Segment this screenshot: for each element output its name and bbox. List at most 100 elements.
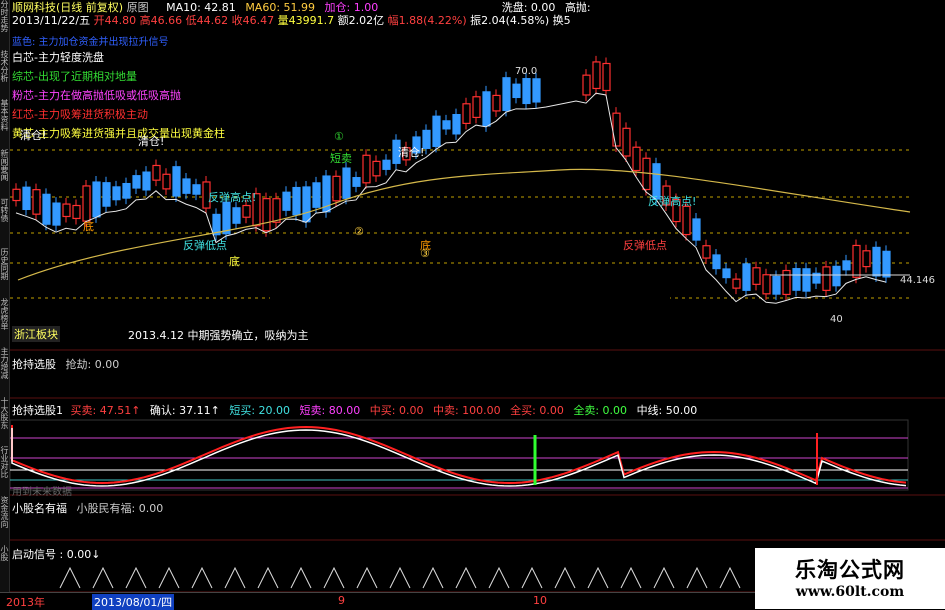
signal-triangle [125, 566, 147, 589]
signal-triangle [191, 566, 213, 589]
axis-cursor-date[interactable]: 2013/08/01/四 [92, 594, 175, 610]
candle-body [182, 178, 191, 194]
side-tab[interactable]: 分时走势 [0, 0, 9, 48]
candle-body [802, 268, 811, 292]
side-tab[interactable]: 十大股东 [0, 397, 9, 445]
annotation-duanmai: 短卖 [330, 152, 352, 165]
candle-body [622, 127, 631, 157]
legend-text: 粉芯-主力在做高抛低吸或低吸高抛 [12, 89, 181, 102]
side-tab[interactable]: 基本资料 [0, 99, 9, 147]
panel4-header: 启动信号 : 0.00↓ [12, 546, 100, 562]
quote-high: 高46.66 [139, 14, 183, 27]
annotation-fantan-high: 反弹高点! [648, 195, 697, 208]
signal-triangle [257, 566, 279, 589]
candle-body [472, 96, 481, 119]
side-tab[interactable]: 可转债 [0, 198, 9, 246]
side-tab[interactable]: 龙虎榜单 [0, 298, 9, 346]
candle-body [152, 164, 161, 181]
side-tab[interactable]: 小股 [0, 545, 9, 593]
candle-body [442, 120, 451, 130]
candle-body [462, 103, 471, 124]
watermark-logo: 乐淘公式网 www.60lt.com [755, 548, 945, 609]
annotation-circle: ③ [420, 247, 430, 260]
signal-triangle [686, 566, 708, 589]
candle-body [332, 175, 341, 202]
panel2-header: 抢持选股1 买卖: 47.51↑ 确认: 37.11↑ 短买: 20.00 短卖… [12, 402, 697, 418]
candle-body [632, 146, 641, 172]
annotation-fantan-low: 反弹低点 [623, 239, 667, 252]
panel3-label: 小股名有福 [12, 502, 67, 515]
side-tab[interactable]: 历史同期 [0, 248, 9, 296]
candle-body [42, 193, 51, 225]
panel3-header: 小股名有福 小股民有福: 0.00 [12, 500, 163, 516]
candle-body [882, 250, 891, 278]
candle-body [122, 182, 131, 199]
candle-body [852, 244, 861, 278]
price-right-label: 44.146 [900, 275, 935, 286]
candle-body [712, 254, 721, 270]
sector-label[interactable]: 浙江板块 [12, 326, 60, 342]
side-tab-bar: 分时走势技术分析 基本资料新闻要闻 可转债历史同期龙虎榜单 主力增减十大股东 行业对比资… [0, 0, 10, 595]
signal-triangle [59, 566, 81, 589]
candle-body [772, 275, 781, 295]
occluding-box [270, 280, 670, 330]
candle-body [162, 173, 171, 190]
legend-green: 综芯-出现了近期相对地量 [12, 68, 137, 84]
panel2-item: 中卖: 100.00 [432, 404, 501, 417]
candle-body [62, 203, 71, 218]
candle-body [502, 77, 511, 112]
candle-body [872, 246, 881, 277]
candle-body [232, 207, 241, 224]
date-axis[interactable]: 2013年 2013/08/01/四 9 10 [0, 592, 755, 610]
candle-body [372, 160, 381, 177]
legend-text: 红芯-主力吸筹进货积极主动 [12, 108, 148, 121]
panel2-item: 确认: 37.11↑ [149, 404, 220, 417]
candle-body [862, 250, 871, 268]
price-high-label: 70.0 [515, 66, 538, 77]
side-tab[interactable]: 主力增减 [0, 347, 9, 395]
legend-white: 白芯-主力轻度洗盘 [12, 49, 104, 65]
quote-turnover: 换5 [552, 14, 571, 27]
quote-line: 2013/11/22/五 开44.80 高46.66 低44.62 收46.47… [12, 12, 571, 28]
side-tab[interactable]: 资金流向 [0, 496, 9, 544]
candle-body [822, 266, 831, 291]
candle-body [532, 78, 541, 103]
annotation-qingcang: 清仓! [20, 129, 47, 142]
annotation-qingcang: 清仓! [398, 146, 425, 159]
side-tab[interactable]: 技术分析 [0, 50, 9, 98]
side-tab[interactable]: 行业对比 [0, 446, 9, 494]
annotation-fantan-high: 反弹高点! [208, 191, 257, 204]
candle-body [792, 268, 801, 291]
panel2-item: 短卖: 80.00 [299, 404, 361, 417]
candle-body [512, 83, 521, 99]
signal-triangle [422, 566, 444, 589]
candle-body [12, 188, 21, 202]
candle-body [612, 112, 621, 147]
signal-triangle [92, 566, 114, 589]
quote-close: 收46.47 [231, 14, 275, 27]
candle-body [722, 268, 731, 279]
candle-body [242, 204, 251, 218]
signal-triangle [653, 566, 675, 589]
watermark-url: www.60lt.com [795, 584, 905, 600]
candle-body [842, 260, 851, 271]
candle-body [592, 61, 601, 90]
panel2-label: 抢持选股1 [12, 404, 63, 417]
candle-body [482, 91, 491, 127]
legend-text: 综芯-出现了近期相对地量 [12, 70, 137, 83]
panel2-footer-note: 用到未来数据 [12, 487, 72, 498]
panel1-header: 抢持选股 抢劫: 0.00 [12, 356, 119, 372]
candle-body [142, 171, 151, 191]
panel1-label: 抢持选股 [12, 358, 56, 371]
candle-body [762, 274, 771, 295]
signal-triangle [719, 566, 741, 589]
axis-month-9: 9 [338, 594, 345, 607]
signal-triangle [521, 566, 543, 589]
signal-triangle [455, 566, 477, 589]
side-tab[interactable]: 新闻要闻 [0, 149, 9, 197]
candle-body [222, 201, 231, 235]
panel2-item: 短买: 20.00 [229, 404, 291, 417]
top-note: 蓝色: 主力加仓资金并出现拉升信号 [12, 37, 169, 48]
candle-body [362, 154, 371, 184]
signal-triangle [389, 566, 411, 589]
